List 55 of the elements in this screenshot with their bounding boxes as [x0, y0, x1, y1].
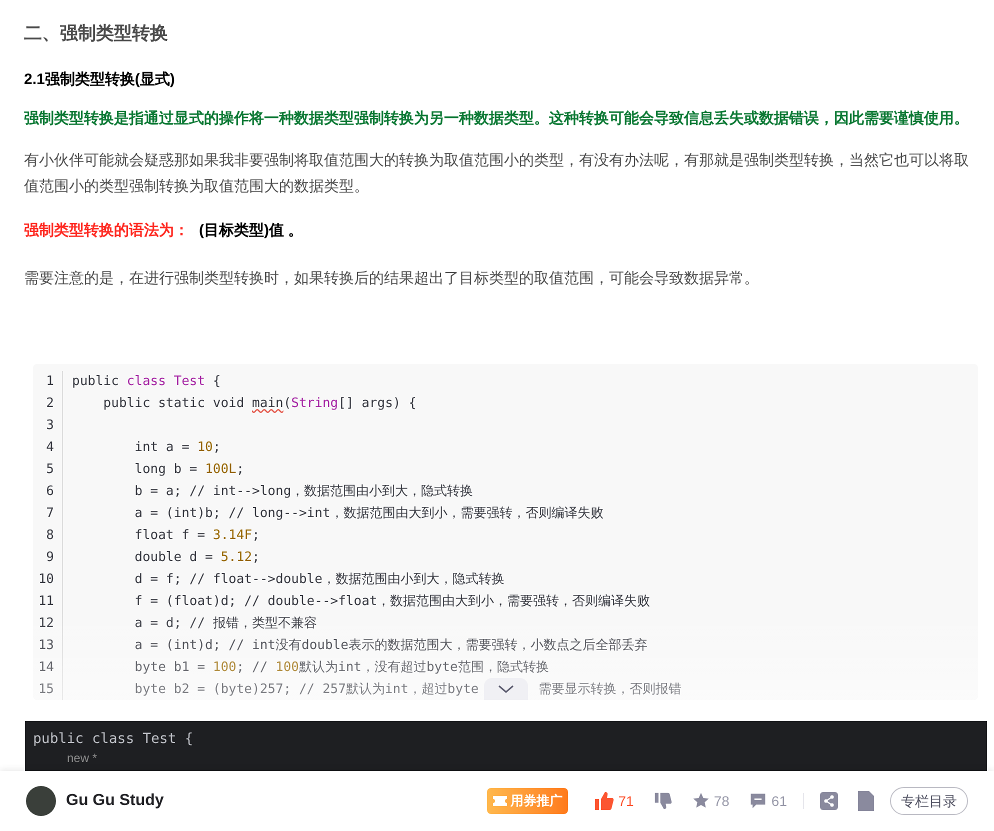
promote-button[interactable]: 用券推广	[487, 788, 568, 814]
line-number: 15	[33, 679, 63, 700]
line-number: 9	[33, 547, 63, 569]
line-number: 6	[33, 481, 63, 503]
thumbs-up-icon	[594, 791, 614, 811]
code-line: double d = 5.12;	[134, 549, 260, 567]
code-line: public class Test {	[33, 730, 194, 749]
code-line: b = a; // int-->long，数据范围由小到大，隐式转换	[134, 483, 474, 501]
line-number: 2	[33, 393, 63, 415]
code-line: a = (int)d; // int没有double表示的数据范围大，需要强转，小数点之后全部丢弃	[134, 637, 648, 655]
like-button[interactable]: 71	[594, 790, 634, 812]
line-number: 8	[33, 525, 63, 547]
line-number: 10	[33, 569, 63, 591]
code-line: a = (int)b; // long-->int，数据范围由大到小，需要强转，否则编译失败	[134, 505, 604, 523]
paragraph: 需要注意的是，在进行强制类型转换时，如果转换后的结果超出了目标类型的取值范围，可能会导致数据异常。	[24, 269, 760, 289]
code-line: long b = 100L;	[134, 461, 244, 479]
code-line: float f = 3.14F;	[134, 527, 260, 545]
chevron-down-icon	[498, 685, 514, 693]
highlight-paragraph: 强制类型转换是指通过显式的操作将一种数据类型强制转换为另一种数据类型。这种转换可能会导致信息丢失或数据错误，因此需要谨慎使用。	[24, 109, 970, 129]
code-line: byte b2 = (byte)257; // 257默认为int，超过byte	[134, 681, 479, 699]
subsection-heading: 2.1强制类型转换(显式)	[24, 70, 176, 90]
paragraph: 有小伙伴可能就会疑惑那如果我非要强制将取值范围大的转换为取值范围小的类型，有没有办法呢，有那就是强制类型转换，当然它也可以将取值范围小的类型强制转换为取值范围大的数据类型。	[24, 151, 970, 197]
syntax-value: (目标类型)值 。	[199, 221, 304, 241]
code-line: public class Test {	[71, 373, 221, 391]
line-number: 13	[33, 635, 63, 657]
code-line: 需要显示转换，否则报错	[538, 681, 682, 699]
code-line: int a = 10;	[134, 439, 221, 457]
thumbs-down-icon[interactable]	[654, 792, 672, 810]
line-number: 11	[33, 591, 63, 613]
code-line: public static void main(String[] args) {	[102, 395, 416, 413]
line-number: 3	[33, 415, 63, 437]
share-icon[interactable]	[820, 792, 838, 810]
code-line: new *	[67, 750, 98, 767]
star-icon	[692, 792, 710, 810]
line-number: 14	[33, 657, 63, 679]
line-number: 4	[33, 437, 63, 459]
comment-icon	[749, 792, 768, 810]
code-line: a = d; // 报错，类型不兼容	[134, 615, 317, 633]
line-number: 5	[33, 459, 63, 481]
line-number: 7	[33, 503, 63, 525]
ticket-icon	[493, 796, 508, 806]
line-number: 12	[33, 613, 63, 635]
author-name: Gu Gu Study	[66, 791, 164, 811]
syntax-label: 强制类型转换的语法为：	[24, 221, 189, 241]
pdf-file-icon[interactable]	[858, 791, 874, 811]
code-line: d = f; // float-->double，数据范围由小到大，隐式转换	[134, 571, 504, 589]
avatar	[26, 786, 56, 816]
code-line: byte b1 = 100; // 100默认为int，没有超过byte范围，隐式转换	[134, 659, 549, 677]
expand-button[interactable]	[484, 678, 528, 700]
line-number: 1	[33, 371, 63, 393]
comment-button[interactable]: 61	[749, 790, 787, 812]
code-line: f = (float)d; // double-->float，数据范围由大到小，需要强转，否则编译失败	[134, 593, 650, 611]
catalog-button[interactable]: 专栏目录	[890, 787, 968, 815]
favorite-button[interactable]: 78	[692, 790, 730, 812]
section-heading: 二、强制类型转换	[24, 22, 169, 45]
